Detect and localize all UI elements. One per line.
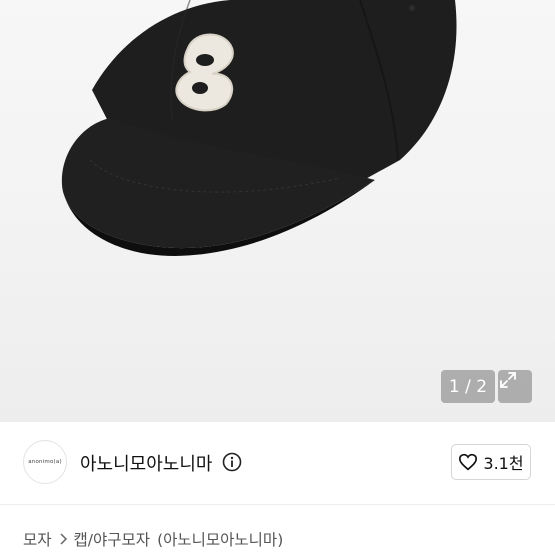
product-image-gallery[interactable]: 1 / 2 — [0, 0, 555, 422]
breadcrumb-brand[interactable]: (아노니모아노니마) — [157, 528, 283, 550]
chevron-right-icon — [58, 532, 68, 546]
image-counter: 1 / 2 — [441, 370, 495, 403]
product-image — [61, 0, 457, 256]
expand-icon — [500, 372, 516, 388]
breadcrumb-category[interactable]: 모자 — [23, 528, 52, 550]
breadcrumb: 모자 캡/야구모자 (아노니모아노니마) — [23, 528, 283, 550]
expand-button[interactable] — [498, 370, 532, 403]
divider — [0, 504, 555, 505]
like-count: 3.1천 — [483, 454, 524, 473]
heart-icon — [459, 453, 478, 471]
like-button[interactable]: 3.1천 — [451, 444, 531, 480]
info-icon — [222, 452, 242, 472]
breadcrumb-subcategory[interactable]: 캡/야구모자 — [74, 528, 151, 550]
info-button[interactable] — [222, 452, 242, 472]
seller-name[interactable]: 아노니모아노니마 — [80, 450, 212, 476]
avatar-text: anonimo(a) — [28, 459, 62, 465]
seller-avatar[interactable]: anonimo(a) — [23, 440, 67, 484]
